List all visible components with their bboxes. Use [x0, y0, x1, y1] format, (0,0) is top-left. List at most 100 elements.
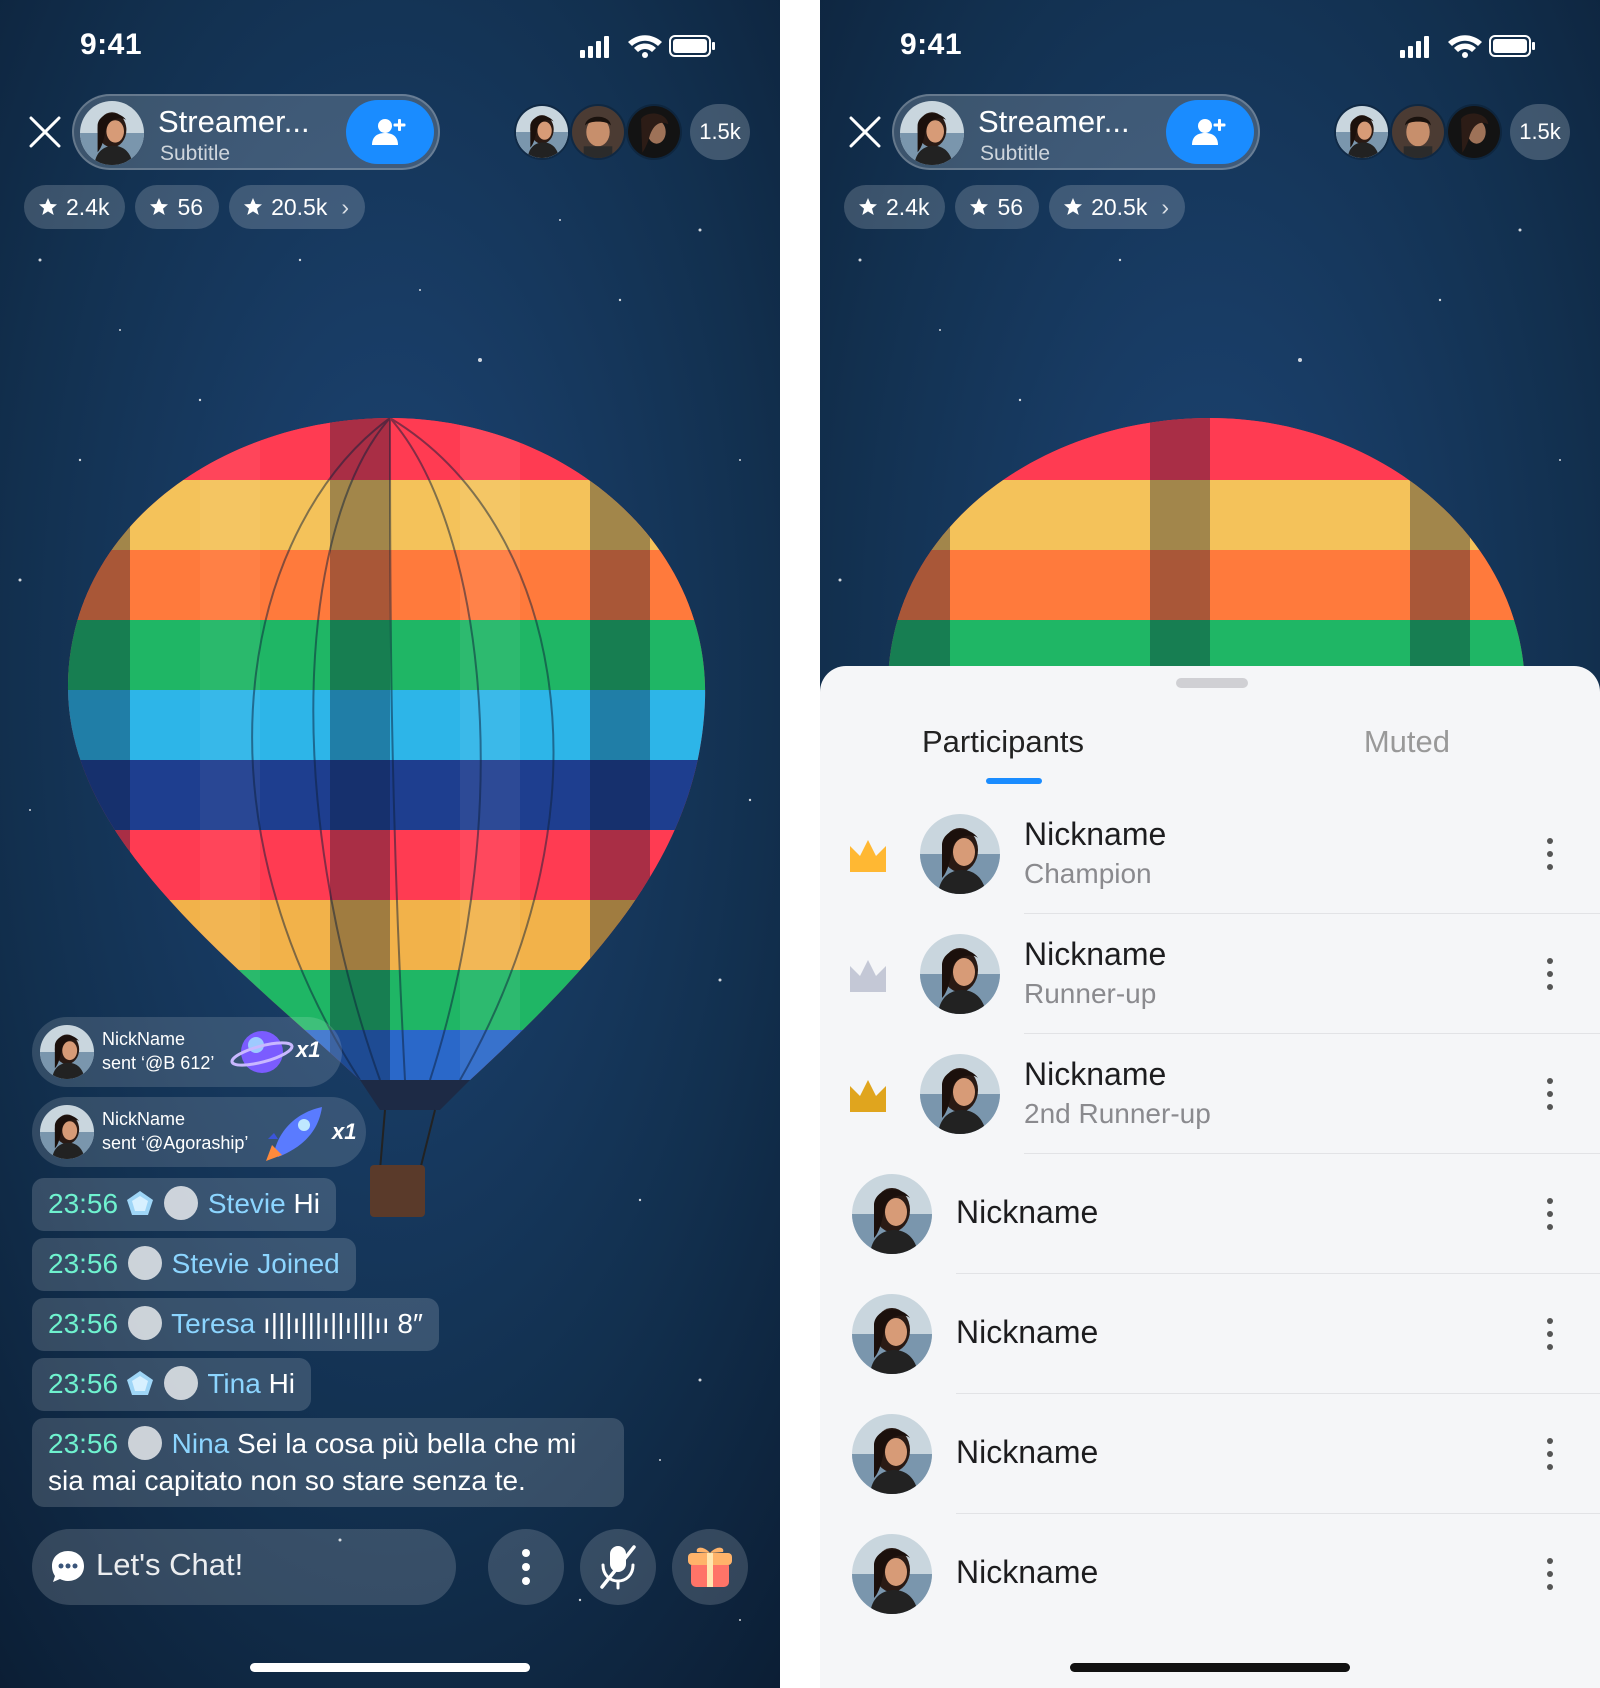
- participant-row[interactable]: Nickname: [820, 1154, 1600, 1274]
- silver-crown-icon: [850, 960, 886, 992]
- viewer-list[interactable]: 1.5k: [1334, 104, 1570, 160]
- participant-name: Nickname: [956, 1434, 1099, 1470]
- streamer-info[interactable]: Streamer... Subtitle: [892, 94, 1260, 170]
- more-options-icon[interactable]: [1540, 834, 1560, 874]
- close-icon[interactable]: [848, 115, 882, 149]
- viewer-avatar: [570, 104, 626, 160]
- streamer-info[interactable]: Streamer... Subtitle: [72, 94, 440, 170]
- stat-chip[interactable]: 2.4k: [844, 185, 946, 229]
- participant-avatar: [852, 1174, 932, 1254]
- more-options-icon[interactable]: [1540, 1314, 1560, 1354]
- participant-row[interactable]: Nickname: [820, 1394, 1600, 1514]
- viewer-avatar: [626, 104, 682, 160]
- voice-message[interactable]: ı|||ı|||ı||ı|||ıı 8″: [263, 1308, 423, 1339]
- gift-multiplier: x1: [332, 1119, 357, 1144]
- participant-avatar: [920, 934, 1000, 1014]
- stat-value: 56: [997, 193, 1024, 220]
- stat-value: 2.4k: [66, 193, 110, 220]
- more-options-button[interactable]: [488, 1529, 564, 1605]
- stat-value: 56: [177, 193, 204, 220]
- participant-row[interactable]: Nickname Runner-up: [820, 914, 1600, 1034]
- participant-row[interactable]: Nickname: [820, 1514, 1600, 1634]
- streamer-subtitle: Subtitle: [160, 142, 231, 165]
- stat-value: 20.5k: [1091, 193, 1148, 220]
- message-author: Nina: [171, 1428, 230, 1459]
- live-stream-screen: 9:41 Streamer... Subtitle 1.5k 2.4k 56 2…: [0, 0, 780, 1688]
- star-icon: [859, 198, 877, 215]
- stat-chip[interactable]: 56: [955, 185, 1040, 229]
- add-user-icon: [1192, 119, 1226, 145]
- sender-avatar: [40, 1025, 94, 1079]
- close-icon[interactable]: [28, 115, 62, 149]
- chat-bubble-icon: [52, 1551, 84, 1582]
- stat-chip[interactable]: 56: [135, 185, 220, 229]
- star-icon: [39, 198, 57, 215]
- participant-row[interactable]: Nickname Champion: [820, 794, 1600, 914]
- chat-message: 23:56 Teresa ı|||ı|||ı||ı|||ıı 8″: [32, 1298, 439, 1351]
- message-time: 23:56: [48, 1308, 119, 1339]
- message-text: Sei la cosa più bella che mi sia mai cap…: [48, 1428, 577, 1496]
- chevron-right-icon: ›: [1161, 193, 1170, 220]
- more-options-icon[interactable]: [1540, 1554, 1560, 1594]
- status-time: 9:41: [80, 28, 143, 61]
- gift-sender-name: NickName: [102, 1109, 186, 1129]
- participant-row[interactable]: Nickname 2nd Runner-up: [820, 1034, 1600, 1154]
- user-avatar-icon: [127, 1245, 162, 1280]
- gift-notification: NickName sent ‘@B 612’ x1: [32, 1017, 342, 1087]
- participant-rank: Runner-up: [1024, 978, 1157, 1009]
- gift-notification: NickName sent ‘@Agoraship’ x1: [32, 1097, 366, 1167]
- participant-avatar: [920, 814, 1000, 894]
- follow-button[interactable]: [346, 100, 434, 164]
- more-options-icon[interactable]: [1540, 1194, 1560, 1234]
- message-time: 23:56: [48, 1428, 119, 1459]
- more-options-icon[interactable]: [1540, 954, 1560, 994]
- bronze-crown-icon: [850, 1080, 886, 1112]
- stat-chip[interactable]: 20.5k ›: [1049, 185, 1186, 229]
- message-author: Stevie Joined: [171, 1248, 340, 1279]
- participant-avatar: [920, 1054, 1000, 1134]
- viewer-count[interactable]: 1.5k: [1510, 104, 1570, 160]
- tab-participants[interactable]: Participants: [922, 724, 1084, 760]
- message-time: 23:56: [48, 1248, 119, 1279]
- star-icon: [244, 198, 263, 215]
- planet-icon: [230, 1031, 294, 1073]
- viewer-avatar: [1334, 104, 1390, 160]
- streamer-subtitle: Subtitle: [980, 142, 1051, 165]
- message-time: 23:56: [48, 1368, 119, 1399]
- home-indicator: [250, 1663, 530, 1672]
- gift-text: sent ‘@Agoraship’: [102, 1133, 249, 1153]
- message-author: Stevie: [207, 1188, 286, 1219]
- status-bar: 9:41: [0, 0, 780, 92]
- streamer-name: Streamer...: [158, 104, 310, 139]
- participant-name: Nickname: [956, 1194, 1099, 1230]
- stat-chip[interactable]: 20.5k ›: [229, 185, 366, 229]
- participant-row[interactable]: Nickname: [820, 1274, 1600, 1394]
- mic-off-icon: [600, 1545, 636, 1590]
- more-options-icon[interactable]: [1540, 1434, 1560, 1474]
- sheet-drag-handle[interactable]: [1176, 678, 1248, 688]
- home-indicator: [1070, 1663, 1350, 1672]
- gem-badge-icon: [127, 1370, 154, 1395]
- more-options-icon[interactable]: [1540, 1074, 1560, 1114]
- participant-avatar: [852, 1294, 932, 1374]
- participant-name: Nickname: [956, 1554, 1099, 1590]
- message-author: Teresa: [171, 1308, 256, 1339]
- more-vertical-icon: [522, 1549, 530, 1585]
- gift-text: sent ‘@B 612’: [102, 1053, 215, 1073]
- message-time: 23:56: [48, 1188, 119, 1219]
- star-icon: [1064, 198, 1083, 215]
- viewer-avatar: [1446, 104, 1502, 160]
- participant-name: Nickname: [1024, 816, 1167, 852]
- tab-muted[interactable]: Muted: [1364, 724, 1450, 760]
- rocket-icon: [266, 1107, 322, 1161]
- message-author: Tina: [207, 1368, 261, 1399]
- add-user-icon: [372, 119, 406, 145]
- chat-input[interactable]: Let's Chat!: [32, 1529, 456, 1605]
- gift-button[interactable]: [672, 1529, 748, 1605]
- follow-button[interactable]: [1166, 100, 1254, 164]
- mute-mic-button[interactable]: [580, 1529, 656, 1605]
- stat-chip[interactable]: 2.4k: [24, 185, 126, 229]
- viewer-count[interactable]: 1.5k: [690, 104, 750, 160]
- viewer-list[interactable]: 1.5k: [514, 104, 750, 160]
- participant-name: Nickname: [956, 1314, 1099, 1350]
